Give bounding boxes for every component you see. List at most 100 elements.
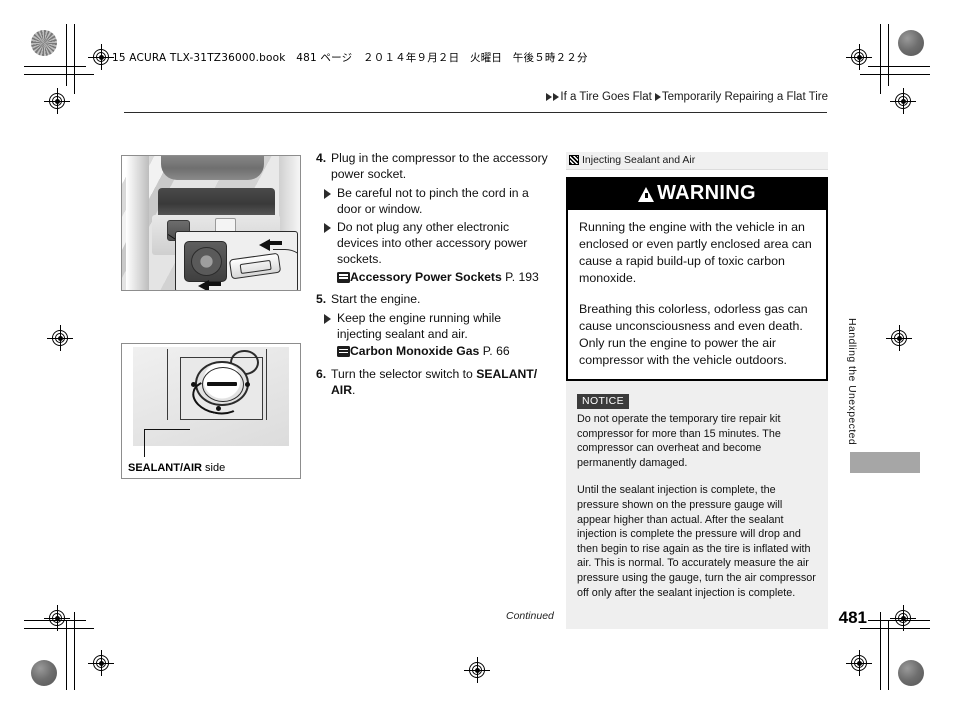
crop-line <box>24 66 86 67</box>
sidebar-column: Injecting Sealant and Air WARNING Runnin… <box>566 152 828 629</box>
page-link-icon <box>337 271 350 283</box>
crop-line <box>860 74 930 75</box>
crop-line <box>74 24 75 94</box>
insert-arrow-head <box>258 239 270 252</box>
step-4-number: 4. <box>316 151 327 165</box>
step-6-number: 6. <box>316 366 327 381</box>
warning-title: WARNING <box>657 182 756 204</box>
figure2-caption: SEALANT/AIR side <box>128 462 225 474</box>
crop-line <box>880 24 881 94</box>
caption-leader-horizontal <box>144 429 190 431</box>
breadcrumb: If a Tire Goes Flat Temporarily Repairin… <box>546 91 828 103</box>
step-4-bullet-2: Do not plug any other electronic devices… <box>316 219 548 268</box>
chevron-right-icon <box>546 93 553 101</box>
crop-line <box>24 620 86 621</box>
registration-mark-right-mid <box>886 325 912 351</box>
manual-page: 15 ACURA TLX-31TZ36000.book 481 ページ ２０１４… <box>0 0 954 718</box>
registration-dot-top-right <box>898 30 924 56</box>
step-4-reference-title: Accessory Power Sockets <box>350 269 502 284</box>
step-4-bullet-1-text: Be careful not to pinch the cord in a do… <box>337 185 529 217</box>
crop-line <box>860 628 930 629</box>
print-book-line: 15 ACURA TLX-31TZ36000.book 481 ページ ２０１４… <box>112 52 588 64</box>
sidebar-bottom-shade <box>566 601 828 609</box>
step-4-text: Plug in the compressor to the accessory … <box>331 151 548 182</box>
registration-mark-bottom-mid <box>464 657 490 683</box>
notice-tag: NOTICE <box>577 394 630 409</box>
console-illustration <box>122 156 300 290</box>
step-5-text: Start the engine. <box>331 292 421 307</box>
breadcrumb-item-topic: Temporarily Repairing a Flat Tire <box>661 91 828 103</box>
socket-detail-inset <box>175 231 299 290</box>
registration-dot-top-left <box>31 30 57 56</box>
step-5-reference[interactable]: Carbon Monoxide Gas P. 66 <box>316 343 548 359</box>
crop-line <box>868 620 930 621</box>
crop-line <box>888 620 889 690</box>
step-4-bullet-1: Be careful not to pinch the cord in a do… <box>316 185 548 218</box>
sidebar-section-header: Injecting Sealant and Air <box>566 152 828 170</box>
crop-line <box>888 24 889 86</box>
crop-line <box>66 24 67 86</box>
step-5-bullet-1: Keep the engine running while injecting … <box>316 310 548 343</box>
crop-line <box>880 612 881 690</box>
bullet-triangle-icon <box>324 219 337 268</box>
chevron-right-icon <box>553 93 560 101</box>
registration-mark-br <box>846 650 872 676</box>
page-number: 481 <box>838 608 867 627</box>
console-side-left <box>125 156 149 290</box>
registration-mark-tl2 <box>88 44 114 70</box>
warning-paragraph-2: Breathing this colorless, odorless gas c… <box>579 302 808 367</box>
registration-mark-left-mid <box>47 325 73 351</box>
dial-panel <box>132 346 290 446</box>
crop-line <box>868 66 930 67</box>
figure2-caption-bold: SEALANT/AIR <box>128 462 202 474</box>
crop-line <box>74 612 75 690</box>
chapter-side-tab-block <box>850 452 920 473</box>
chevron-right-icon <box>654 93 661 101</box>
step-6-text-before: Turn the selector switch to <box>331 366 477 381</box>
notice-box: NOTICE Do not operate the temporary tire… <box>566 381 828 629</box>
caption-leader-vertical <box>144 429 146 457</box>
selector-switch-diagram: SEALANT/AIR side <box>121 343 301 479</box>
notice-paragraph-1: Do not operate the temporary tire repair… <box>577 413 781 469</box>
power-cord <box>273 248 298 270</box>
crop-line <box>24 74 94 75</box>
breadcrumb-item-section: If a Tire Goes Flat <box>560 91 652 103</box>
figure2-caption-rest: side <box>201 462 226 474</box>
warning-body: Running the engine with the vehicle in a… <box>568 210 826 379</box>
step-5: 5. Start the engine. <box>316 291 548 307</box>
panel-edge-right <box>266 348 268 421</box>
registration-mark-bl2 <box>88 650 114 676</box>
step-5-reference-title: Carbon Monoxide Gas <box>350 344 480 359</box>
dial-illustration: SEALANT/AIR side <box>122 344 300 478</box>
step-6: 6. Turn the selector switch to SEALANT/ … <box>316 366 548 399</box>
step-5-number: 5. <box>316 292 327 307</box>
step-4: 4. Plug in the compressor to the accesso… <box>316 150 548 183</box>
instructions-column: 4. Plug in the compressor to the accesso… <box>316 150 548 401</box>
crop-line <box>66 620 67 690</box>
chapter-side-tab-label: Handling the Unexpected <box>846 318 858 446</box>
registration-dot-bottom-right <box>898 660 924 686</box>
sidebar-section-label: Injecting Sealant and Air <box>582 154 696 166</box>
step-4-reference-page: P. 193 <box>505 269 539 284</box>
page-link-icon <box>337 346 350 358</box>
registration-mark-tl <box>44 88 70 114</box>
section-marker-icon <box>569 155 579 165</box>
crop-line <box>24 628 94 629</box>
notice-paragraph-2: Until the sealant injection is complete,… <box>577 484 816 599</box>
step-6-text-after: . <box>352 383 356 398</box>
bullet-triangle-icon <box>324 185 337 218</box>
accessory-power-socket-photo <box>121 155 301 291</box>
step-4-reference[interactable]: Accessory Power Sockets P. 193 <box>316 269 548 285</box>
warning-title-bar: WARNING <box>568 179 826 210</box>
header-divider <box>124 112 827 114</box>
rotate-arrow-head <box>198 279 210 290</box>
registration-mark-tr2 <box>890 88 916 114</box>
warning-box: WARNING Running the engine with the vehi… <box>566 177 828 381</box>
warning-paragraph-1: Running the engine with the vehicle in a… <box>579 220 812 285</box>
step-4-bullet-2-text: Do not plug any other electronic devices… <box>337 219 528 267</box>
panel-edge-left <box>167 348 169 421</box>
registration-dot-bottom-left <box>31 660 57 686</box>
position-marker-bottom <box>215 406 221 412</box>
warning-triangle-icon <box>638 187 655 202</box>
step-5-reference-page: P. 66 <box>482 344 510 359</box>
